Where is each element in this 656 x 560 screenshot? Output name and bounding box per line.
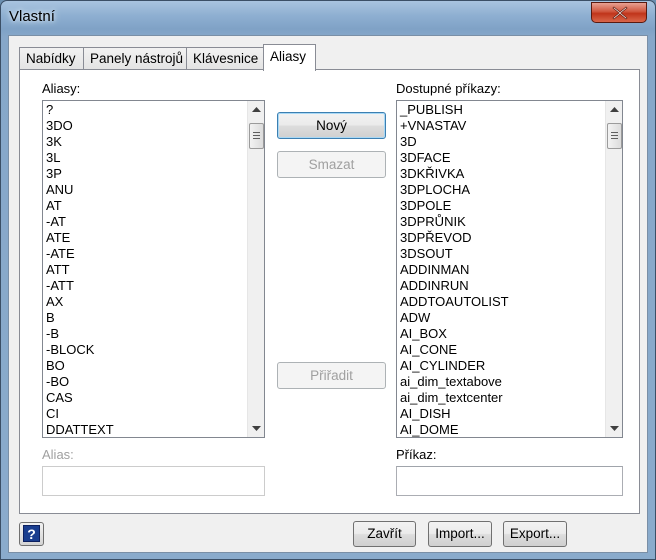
close-window-button[interactable] xyxy=(591,2,647,23)
command-input[interactable] xyxy=(396,466,623,496)
list-item[interactable]: ATT xyxy=(43,262,247,278)
tab-nabidky[interactable]: Nabídky xyxy=(19,47,84,70)
tab-label: Aliasy xyxy=(270,49,307,64)
aliases-label: Aliasy: xyxy=(42,81,81,96)
alias-input[interactable] xyxy=(42,466,265,496)
list-item[interactable]: 3DFACE xyxy=(397,150,605,166)
title-bar[interactable]: Vlastní xyxy=(1,1,655,35)
list-item[interactable]: -BO xyxy=(43,374,247,390)
list-item[interactable]: AI_DISH xyxy=(397,406,605,422)
new-alias-button[interactable]: Nový xyxy=(277,112,386,139)
list-item[interactable]: ai_dim_textcenter xyxy=(397,390,605,406)
list-item[interactable]: 3DPOLE xyxy=(397,198,605,214)
list-item[interactable]: AI_DOME xyxy=(397,422,605,437)
window-title: Vlastní xyxy=(9,8,55,25)
tab-label: Panely nástrojů xyxy=(90,51,184,66)
command-field-label: Příkaz: xyxy=(396,447,437,462)
tab-klavesnice[interactable]: Klávesnice xyxy=(186,47,264,70)
thumb-grip xyxy=(611,138,618,139)
thumb-grip xyxy=(611,132,618,133)
list-item[interactable]: -AT xyxy=(43,214,247,230)
thumb-grip xyxy=(253,135,260,136)
list-item[interactable]: 3DPRŮNIK xyxy=(397,214,605,230)
list-item[interactable]: ? xyxy=(43,102,247,118)
list-item[interactable]: ai_dim_textabove xyxy=(397,374,605,390)
aliases-tab-panel: Aliasy: ? 3DO 3K 3L 3P ANU AT -AT ATE -ATE ATT -ATT… xyxy=(19,69,640,514)
list-item[interactable]: _PUBLISH xyxy=(397,102,605,118)
list-item[interactable]: -B xyxy=(43,326,247,342)
close-button[interactable]: Zavřít xyxy=(353,521,416,547)
help-button[interactable]: ? xyxy=(19,522,44,546)
list-item[interactable]: -ATT xyxy=(43,278,247,294)
list-item[interactable]: +VNASTAV xyxy=(397,118,605,134)
list-item[interactable]: ADDINRUN xyxy=(397,278,605,294)
list-item[interactable]: 3DKŘIVKA xyxy=(397,166,605,182)
export-button[interactable]: Export... xyxy=(503,521,567,547)
tab-aliasy[interactable]: Aliasy xyxy=(263,44,316,71)
list-item[interactable]: 3P xyxy=(43,166,247,182)
scroll-down-arrow-icon xyxy=(252,426,261,431)
scroll-up-arrow-icon xyxy=(252,107,261,112)
list-item[interactable]: AT xyxy=(43,198,247,214)
list-item[interactable]: CI xyxy=(43,406,247,422)
scroll-up-arrow-icon xyxy=(610,107,619,112)
list-item[interactable]: 3DO xyxy=(43,118,247,134)
scroll-thumb[interactable] xyxy=(607,123,622,149)
list-item[interactable]: CAS xyxy=(43,390,247,406)
list-item[interactable]: ADDTOAUTOLIST xyxy=(397,294,605,310)
list-item[interactable]: B xyxy=(43,310,247,326)
tab-panely-nastroju[interactable]: Panely nástrojů xyxy=(83,47,187,70)
thumb-grip xyxy=(253,132,260,133)
assign-command-button[interactable]: Přiřadit xyxy=(277,362,386,389)
aliases-list-items: ? 3DO 3K 3L 3P ANU AT -AT ATE -ATE ATT -ATT AX B -B -BL… xyxy=(43,101,247,437)
commands-list-items: _PUBLISH +VNASTAV 3D 3DFACE 3DKŘIVKA 3DPLOCHA… xyxy=(397,101,605,437)
list-item[interactable]: BO xyxy=(43,358,247,374)
dialog-client-area: Nabídky Panely nástrojů Klávesnice Alias… xyxy=(8,35,648,553)
list-item[interactable]: 3K xyxy=(43,134,247,150)
tab-label: Nabídky xyxy=(26,51,76,66)
scroll-down-arrow-icon xyxy=(610,426,619,431)
list-item[interactable]: ATE xyxy=(43,230,247,246)
available-commands-label: Dostupné příkazy: xyxy=(396,81,501,96)
list-item[interactable]: AI_CYLINDER xyxy=(397,358,605,374)
list-item[interactable]: ADDINMAN xyxy=(397,262,605,278)
list-item[interactable]: 3DPŘEVOD xyxy=(397,230,605,246)
scroll-up-button[interactable] xyxy=(606,101,622,118)
alias-field-label: Alias: xyxy=(42,447,74,462)
list-item[interactable]: AI_CONE xyxy=(397,342,605,358)
list-item[interactable]: 3DPLOCHA xyxy=(397,182,605,198)
list-item[interactable]: 3L xyxy=(43,150,247,166)
scroll-up-button[interactable] xyxy=(248,101,264,118)
scroll-down-button[interactable] xyxy=(248,420,264,437)
aliases-list[interactable]: ? 3DO 3K 3L 3P ANU AT -AT ATE -ATE ATT -ATT AX B -B -BL… xyxy=(42,100,265,438)
aliases-scrollbar[interactable] xyxy=(247,101,264,437)
list-item[interactable]: 3DSOUT xyxy=(397,246,605,262)
tab-label: Klávesnice xyxy=(193,51,259,66)
thumb-grip xyxy=(253,138,260,139)
list-item[interactable]: DDATTEXT xyxy=(43,422,247,437)
help-icon: ? xyxy=(23,525,40,542)
delete-alias-button[interactable]: Smazat xyxy=(277,151,386,178)
list-item[interactable]: -ATE xyxy=(43,246,247,262)
close-icon xyxy=(612,6,628,20)
list-item[interactable]: ADW xyxy=(397,310,605,326)
commands-scrollbar[interactable] xyxy=(605,101,622,437)
list-item[interactable]: -BLOCK xyxy=(43,342,247,358)
list-item[interactable]: AI_BOX xyxy=(397,326,605,342)
scroll-thumb[interactable] xyxy=(249,123,264,149)
import-button[interactable]: Import... xyxy=(428,521,492,547)
dialog-window: Vlastní Nabídky Panely nástrojů Klávesni… xyxy=(0,0,656,560)
list-item[interactable]: 3D xyxy=(397,134,605,150)
available-commands-list[interactable]: _PUBLISH +VNASTAV 3D 3DFACE 3DKŘIVKA 3DPLOCHA… xyxy=(396,100,623,438)
thumb-grip xyxy=(611,135,618,136)
list-item[interactable]: ANU xyxy=(43,182,247,198)
scroll-down-button[interactable] xyxy=(606,420,622,437)
list-item[interactable]: AX xyxy=(43,294,247,310)
